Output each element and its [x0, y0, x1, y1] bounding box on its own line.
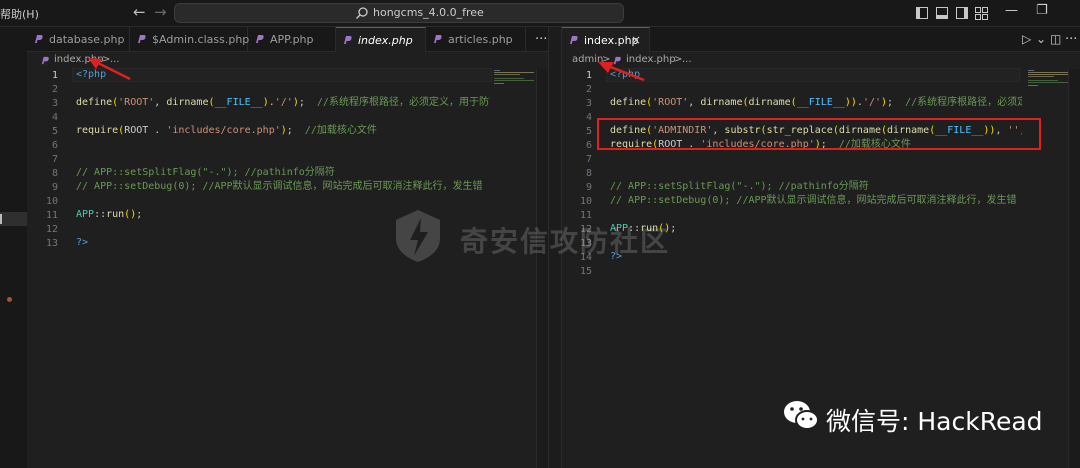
line-number: 9: [51, 182, 58, 193]
back-arrow-icon[interactable]: ←: [133, 4, 146, 21]
workspace-name: hongcms_4.0.0_free: [373, 6, 484, 19]
line-number: 5: [585, 126, 592, 137]
red-arrow-icon: [88, 58, 131, 81]
watermark-text: 微信号: HackRead: [826, 407, 1043, 436]
php-file-icon: [138, 35, 146, 43]
tab-admin-index[interactable]: index.php ×: [562, 27, 650, 52]
title-bar: 帮助(H) ← → hongcms_4.0.0_free — ❐: [0, 0, 1080, 27]
line-number: 1: [585, 70, 592, 81]
more-actions-icon[interactable]: ···: [535, 32, 547, 47]
line-number: 1: [51, 70, 58, 81]
chevron-down-icon[interactable]: ⌄: [1036, 32, 1046, 46]
toggle-primary-sidebar-icon[interactable]: [916, 7, 928, 19]
center-watermark: 奇安信攻防社区: [388, 206, 708, 266]
split-editor-icon[interactable]: ◫: [1050, 32, 1061, 46]
close-icon[interactable]: ×: [631, 33, 641, 47]
line-number: 4: [51, 112, 58, 123]
highlight-box: [597, 118, 1041, 150]
toggle-panel-icon[interactable]: [936, 7, 948, 19]
line-number: 3: [585, 98, 592, 109]
line-number: 3: [51, 98, 58, 109]
command-center[interactable]: hongcms_4.0.0_free: [174, 3, 624, 23]
tab-label: index.php: [358, 34, 413, 47]
line-number: 6: [585, 140, 592, 151]
line-number: 7: [51, 154, 58, 165]
left-scrollbar[interactable]: [536, 69, 548, 468]
line-number: 15: [579, 266, 592, 277]
activity-selected[interactable]: [0, 212, 27, 226]
activity-indicator: [0, 214, 2, 224]
line-number: 6: [51, 140, 58, 151]
forward-arrow-icon[interactable]: →: [154, 4, 167, 21]
left-tab-bar: database.php $Admin.class.php APP.php in…: [27, 27, 548, 52]
line-number: 13: [45, 238, 58, 249]
php-file-icon: [434, 35, 442, 43]
tab-label: articles.php: [448, 33, 513, 46]
line-number: 2: [585, 84, 592, 95]
wechat-watermark: 微信号: HackRead: [782, 398, 1062, 438]
php-file-icon: [256, 35, 264, 43]
tab-database[interactable]: database.php: [27, 27, 130, 52]
tab-label: $Admin.class.php: [152, 33, 250, 46]
menu-help[interactable]: 帮助(H): [0, 6, 39, 22]
php-file-icon: [570, 36, 578, 44]
breadcrumb-symbol[interactable]: ...: [682, 54, 692, 65]
search-icon: [356, 7, 368, 19]
line-number: 5: [51, 126, 58, 137]
tab-articles[interactable]: articles.php: [426, 27, 526, 52]
tab-index[interactable]: index.php: [336, 27, 426, 52]
tab-label: database.php: [49, 33, 125, 46]
line-number: 7: [585, 154, 592, 165]
tab-app[interactable]: APP.php: [248, 27, 336, 52]
line-number: 2: [51, 84, 58, 95]
php-file-icon: [41, 56, 49, 65]
tab-admin-class[interactable]: $Admin.class.php: [130, 27, 250, 52]
line-number: 8: [585, 168, 592, 179]
line-number: 8: [51, 168, 58, 179]
wechat-icon: [784, 401, 819, 430]
tab-label: APP.php: [270, 33, 314, 46]
restore-button[interactable]: ❐: [1036, 3, 1048, 18]
right-tab-bar: index.php × ▷ ⌄ ◫ ···: [562, 27, 1080, 52]
line-number: 11: [45, 210, 58, 221]
php-file-icon: [344, 36, 352, 44]
left-minimap[interactable]: [494, 69, 538, 129]
red-arrow-icon: [598, 62, 645, 82]
customize-layout-icon[interactable]: [975, 7, 988, 20]
right-scrollbar[interactable]: [1068, 69, 1080, 468]
activity-strip: [0, 27, 27, 468]
minimize-button[interactable]: —: [1005, 3, 1018, 18]
line-number: 4: [585, 112, 592, 123]
line-number: 10: [45, 196, 58, 207]
line-number: 12: [45, 224, 58, 235]
more-actions-icon[interactable]: ···: [1065, 32, 1077, 47]
toggle-secondary-sidebar-icon[interactable]: [956, 7, 968, 19]
breakpoint-dot-icon: [7, 297, 12, 302]
shield-logo-icon: [396, 210, 440, 262]
run-icon[interactable]: ▷: [1022, 32, 1031, 46]
php-file-icon: [35, 35, 43, 43]
watermark-text: 奇安信攻防社区: [460, 225, 671, 258]
line-number: 9: [585, 182, 592, 193]
